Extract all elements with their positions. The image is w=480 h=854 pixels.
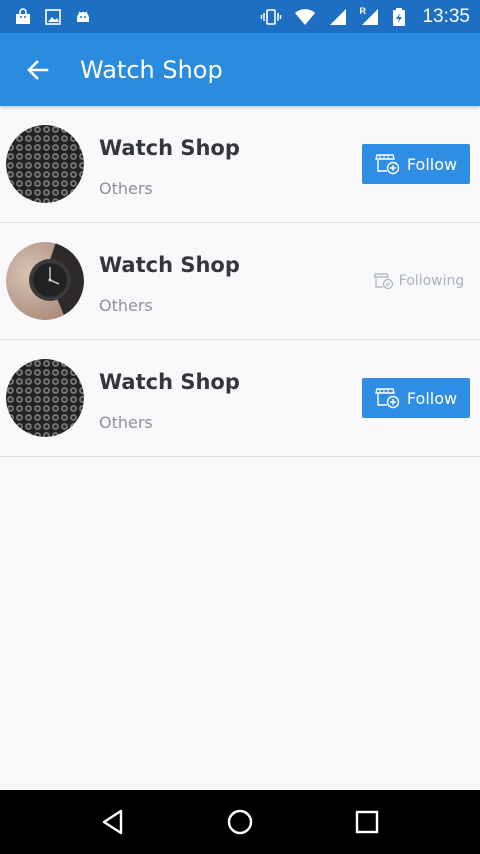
battery-charging-icon <box>392 7 406 27</box>
wifi-icon <box>294 8 316 26</box>
system-nav-bar <box>0 790 480 854</box>
list-item[interactable]: Watch Shop Others Follow <box>0 106 480 223</box>
back-button[interactable] <box>10 42 66 98</box>
page-title: Watch Shop <box>80 55 223 84</box>
store-add-icon <box>375 388 400 409</box>
nav-home-button[interactable] <box>210 792 270 852</box>
shop-category: Others <box>99 413 153 432</box>
shop-category: Others <box>99 296 153 315</box>
vibrate-icon <box>260 8 282 26</box>
list-item[interactable]: Watch Shop Others Follow <box>0 340 480 457</box>
android-debug-icon <box>74 8 92 26</box>
follow-label: Follow <box>406 388 458 408</box>
shop-name[interactable]: Watch Shop <box>99 370 240 394</box>
follow-button[interactable]: Follow <box>362 378 470 418</box>
list-item[interactable]: Watch Shop Others Following <box>0 223 480 340</box>
roaming-signal-icon: R <box>359 6 380 26</box>
follow-label: Follow <box>406 154 458 174</box>
clock: 13:35 <box>422 5 470 27</box>
nav-back-button[interactable] <box>83 792 143 852</box>
store-add-icon <box>375 154 400 175</box>
app-bar: Watch Shop <box>0 33 480 106</box>
shop-name[interactable]: Watch Shop <box>99 253 240 277</box>
avatar[interactable] <box>6 359 84 437</box>
following-button[interactable]: Following <box>370 261 468 301</box>
back-triangle-icon <box>103 809 123 835</box>
signal-icon <box>328 8 348 26</box>
shop-name[interactable]: Watch Shop <box>99 136 240 160</box>
follow-button[interactable]: Follow <box>362 144 470 184</box>
android-store-icon <box>14 7 32 26</box>
arrow-left-icon <box>27 59 49 80</box>
nav-recents-button[interactable] <box>337 792 397 852</box>
status-bar: R 13:35 <box>0 0 480 33</box>
home-circle-icon <box>227 809 253 835</box>
avatar[interactable] <box>6 242 84 320</box>
store-check-icon <box>373 273 393 290</box>
following-label: Following <box>398 273 465 289</box>
gallery-icon <box>44 8 62 26</box>
avatar[interactable] <box>6 125 84 203</box>
shop-category: Others <box>99 179 153 198</box>
shop-list: Watch Shop Others Follow Watch Shop Othe… <box>0 106 480 457</box>
recents-square-icon <box>355 810 378 834</box>
